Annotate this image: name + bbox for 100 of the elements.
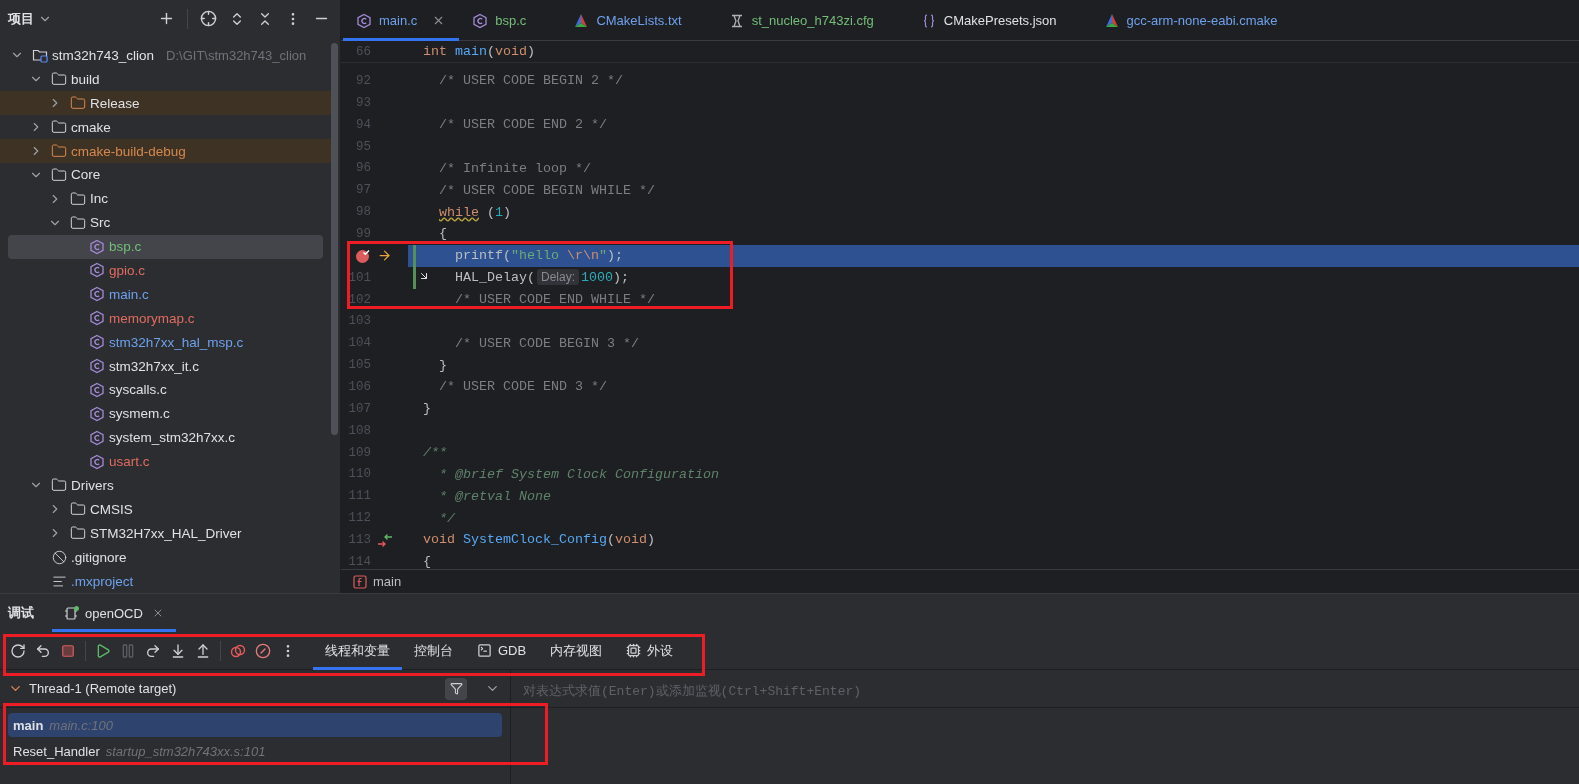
tree-item-label: bsp.c	[109, 239, 142, 255]
tool-tab[interactable]: 内存视图	[538, 631, 615, 670]
ban-icon	[51, 549, 67, 565]
triangle-icon	[573, 12, 590, 29]
tree-item-label: Inc	[90, 191, 108, 207]
c-file-icon	[89, 238, 105, 255]
resume-icon	[95, 642, 111, 659]
text-file-icon	[51, 573, 67, 589]
tree-item-label: cmake	[71, 119, 111, 135]
editor-tab[interactable]: gcc-arm-none-eabi.cmake	[1090, 0, 1312, 41]
editor-tab[interactable]: CMakeLists.txt	[560, 0, 716, 41]
tree-item[interactable]: gpio.c	[0, 258, 331, 283]
tree-item[interactable]: Core	[0, 162, 331, 187]
folder-icon	[70, 214, 86, 231]
tree-item[interactable]: system_stm32h7xx.c	[0, 425, 331, 450]
tree-item[interactable]: build	[0, 67, 331, 92]
folder-icon	[70, 190, 86, 207]
tree-item-label: gpio.c	[109, 262, 146, 278]
change-marker[interactable]	[413, 266, 416, 289]
stack-frame[interactable]: Reset_Handler startup_stm32h743xx.s:101	[8, 739, 502, 763]
editor-tab[interactable]: main.c	[343, 0, 460, 41]
code-line: int main(void)	[423, 44, 535, 59]
tree-item-label: sysmem.c	[109, 406, 170, 422]
tree-item[interactable]: memorymap.c	[0, 306, 331, 331]
implementation-arrows-icon[interactable]	[377, 531, 393, 548]
editor-tab[interactable]: CMakePresets.json	[907, 0, 1091, 41]
locate-icon[interactable]	[200, 10, 217, 28]
folder-icon	[70, 501, 86, 518]
tree-item[interactable]: stm32h743_clion D:\GIT\stm32h743_clion	[0, 43, 331, 68]
tree-item[interactable]: cmake	[0, 115, 331, 140]
c-file-icon	[89, 334, 105, 351]
tree-item[interactable]: bsp.c	[8, 234, 323, 259]
stack-frame[interactable]: main main.c:100	[8, 713, 502, 737]
code-line: /* USER CODE BEGIN 3 */	[454, 335, 639, 351]
tree-item[interactable]: syscalls.c	[0, 378, 331, 402]
tool-tab[interactable]: GDB	[465, 631, 539, 670]
rerun-icon	[10, 642, 26, 659]
scrollbar-thumb[interactable]	[331, 42, 338, 435]
tree-item-label: syscalls.c	[109, 382, 167, 398]
tree-item[interactable]: cmake-build-debug	[0, 139, 331, 163]
code-line: }	[438, 357, 447, 373]
editor-tab[interactable]: st_nucleo_h743zi.cfg	[715, 0, 908, 41]
debug-config-icon	[64, 605, 80, 621]
session-tab[interactable]: openOCD	[52, 594, 176, 632]
tool-tab[interactable]: 控制台	[402, 631, 465, 670]
code-line: void SystemClock_Config(void)	[423, 532, 655, 548]
triangle-icon	[1103, 12, 1120, 29]
breakpoint-icon[interactable]	[355, 247, 371, 264]
tab-label: bsp.c	[495, 13, 527, 28]
frame-function: main	[13, 717, 44, 733]
tree-item[interactable]: stm32h7xx_hal_msp.c	[0, 330, 331, 355]
tool-tab[interactable]: 外设	[614, 631, 686, 670]
tree-item[interactable]: .gitignore	[0, 545, 331, 570]
tree-item[interactable]: Src	[0, 210, 331, 235]
tree-item[interactable]: Release	[0, 91, 331, 116]
tab-label: main.c	[379, 13, 418, 28]
tree-item-label: STM32H7xx_HAL_Driver	[90, 525, 242, 541]
c-file-icon	[356, 12, 372, 29]
tree-item[interactable]: stm32h7xx_it.c	[0, 354, 331, 378]
code-line: * @retval None	[438, 488, 551, 504]
tree-item-label: Release	[90, 95, 140, 111]
code-line: */	[438, 510, 455, 526]
folder-icon	[51, 119, 67, 136]
reset-icon	[35, 642, 51, 659]
tree-item[interactable]: main.c	[0, 282, 331, 307]
filter-button[interactable]	[445, 677, 467, 700]
pause-icon	[120, 642, 136, 659]
step-into-icon	[170, 642, 186, 659]
code-line: /* Infinite loop */	[438, 160, 591, 176]
breadcrumb[interactable]: main	[373, 574, 402, 589]
folder-icon	[51, 71, 67, 88]
c-file-icon	[89, 381, 105, 398]
tree-item-label: stm32h743_clion	[52, 47, 155, 63]
tree-item[interactable]: CMSIS	[0, 497, 331, 522]
c-file-icon	[89, 286, 105, 303]
change-marker[interactable]	[413, 244, 416, 267]
tab-label: CMakePresets.json	[943, 13, 1057, 28]
editor-tab[interactable]: bsp.c	[459, 0, 561, 41]
module-folder-icon	[32, 47, 48, 64]
c-file-icon	[89, 262, 105, 279]
code-line: /* USER CODE END WHILE */	[454, 292, 655, 307]
c-file-icon	[89, 405, 105, 422]
tree-item[interactable]: sysmem.c	[0, 401, 331, 426]
tree-item[interactable]: .mxproject	[0, 569, 331, 593]
tree-item[interactable]: Inc	[0, 186, 331, 211]
tree-item[interactable]: STM32H7xx_HAL_Driver	[0, 521, 331, 546]
tree-item-label: CMSIS	[90, 501, 133, 517]
panel-title[interactable]: 项目	[8, 9, 34, 28]
tree-item-label: main.c	[109, 286, 149, 302]
tab-label: gcc-arm-none-eabi.cmake	[1126, 13, 1278, 28]
tree-item-label: system_stm32h7xx.c	[109, 430, 236, 446]
tree-item[interactable]: Drivers	[0, 473, 331, 498]
thread-dropdown[interactable]: Thread-1 (Remote target)	[8, 681, 439, 696]
mute-breakpoints-icon	[255, 642, 271, 659]
tree-item-label: Drivers	[71, 478, 114, 493]
stop-icon	[61, 643, 75, 658]
tree-item[interactable]: usart.c	[0, 449, 331, 474]
function-icon	[353, 574, 367, 589]
code-line: /* USER CODE END 2 */	[438, 117, 607, 133]
tool-tab[interactable]: 线程和变量	[313, 631, 402, 670]
